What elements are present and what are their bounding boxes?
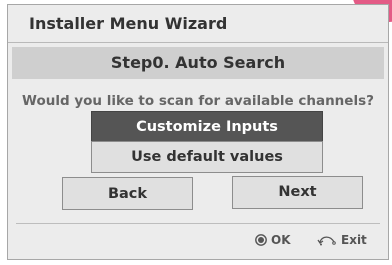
title-bar: Installer Menu Wizard xyxy=(8,5,388,43)
use-default-values-label: Use default values xyxy=(131,149,283,165)
customize-inputs-label: Customize Inputs xyxy=(136,119,278,135)
use-default-values-button[interactable]: Use default values xyxy=(91,141,323,173)
back-arrow-icon xyxy=(317,234,337,246)
ok-button-icon xyxy=(255,234,267,246)
installer-menu-dialog: Installer Menu Wizard Step0. Auto Search… xyxy=(7,4,389,260)
back-label: Back xyxy=(107,185,148,202)
next-label: Next xyxy=(278,184,317,200)
dialog-title: Installer Menu Wizard xyxy=(29,14,228,33)
next-button[interactable]: Next xyxy=(232,176,363,209)
step-title: Step0. Auto Search xyxy=(110,53,286,72)
back-button[interactable]: Back xyxy=(62,177,193,210)
screen: Installer Menu Wizard Step0. Auto Search… xyxy=(0,0,392,265)
footer-divider xyxy=(16,223,380,224)
ok-label: OK xyxy=(271,233,291,247)
customize-inputs-button[interactable]: Customize Inputs xyxy=(91,111,323,143)
exit-label: Exit xyxy=(341,233,367,247)
step-header: Step0. Auto Search xyxy=(12,47,384,79)
footer-exit[interactable]: Exit xyxy=(317,232,367,248)
scan-question: Would you like to scan for available cha… xyxy=(22,93,374,109)
footer-ok[interactable]: OK xyxy=(255,232,291,248)
